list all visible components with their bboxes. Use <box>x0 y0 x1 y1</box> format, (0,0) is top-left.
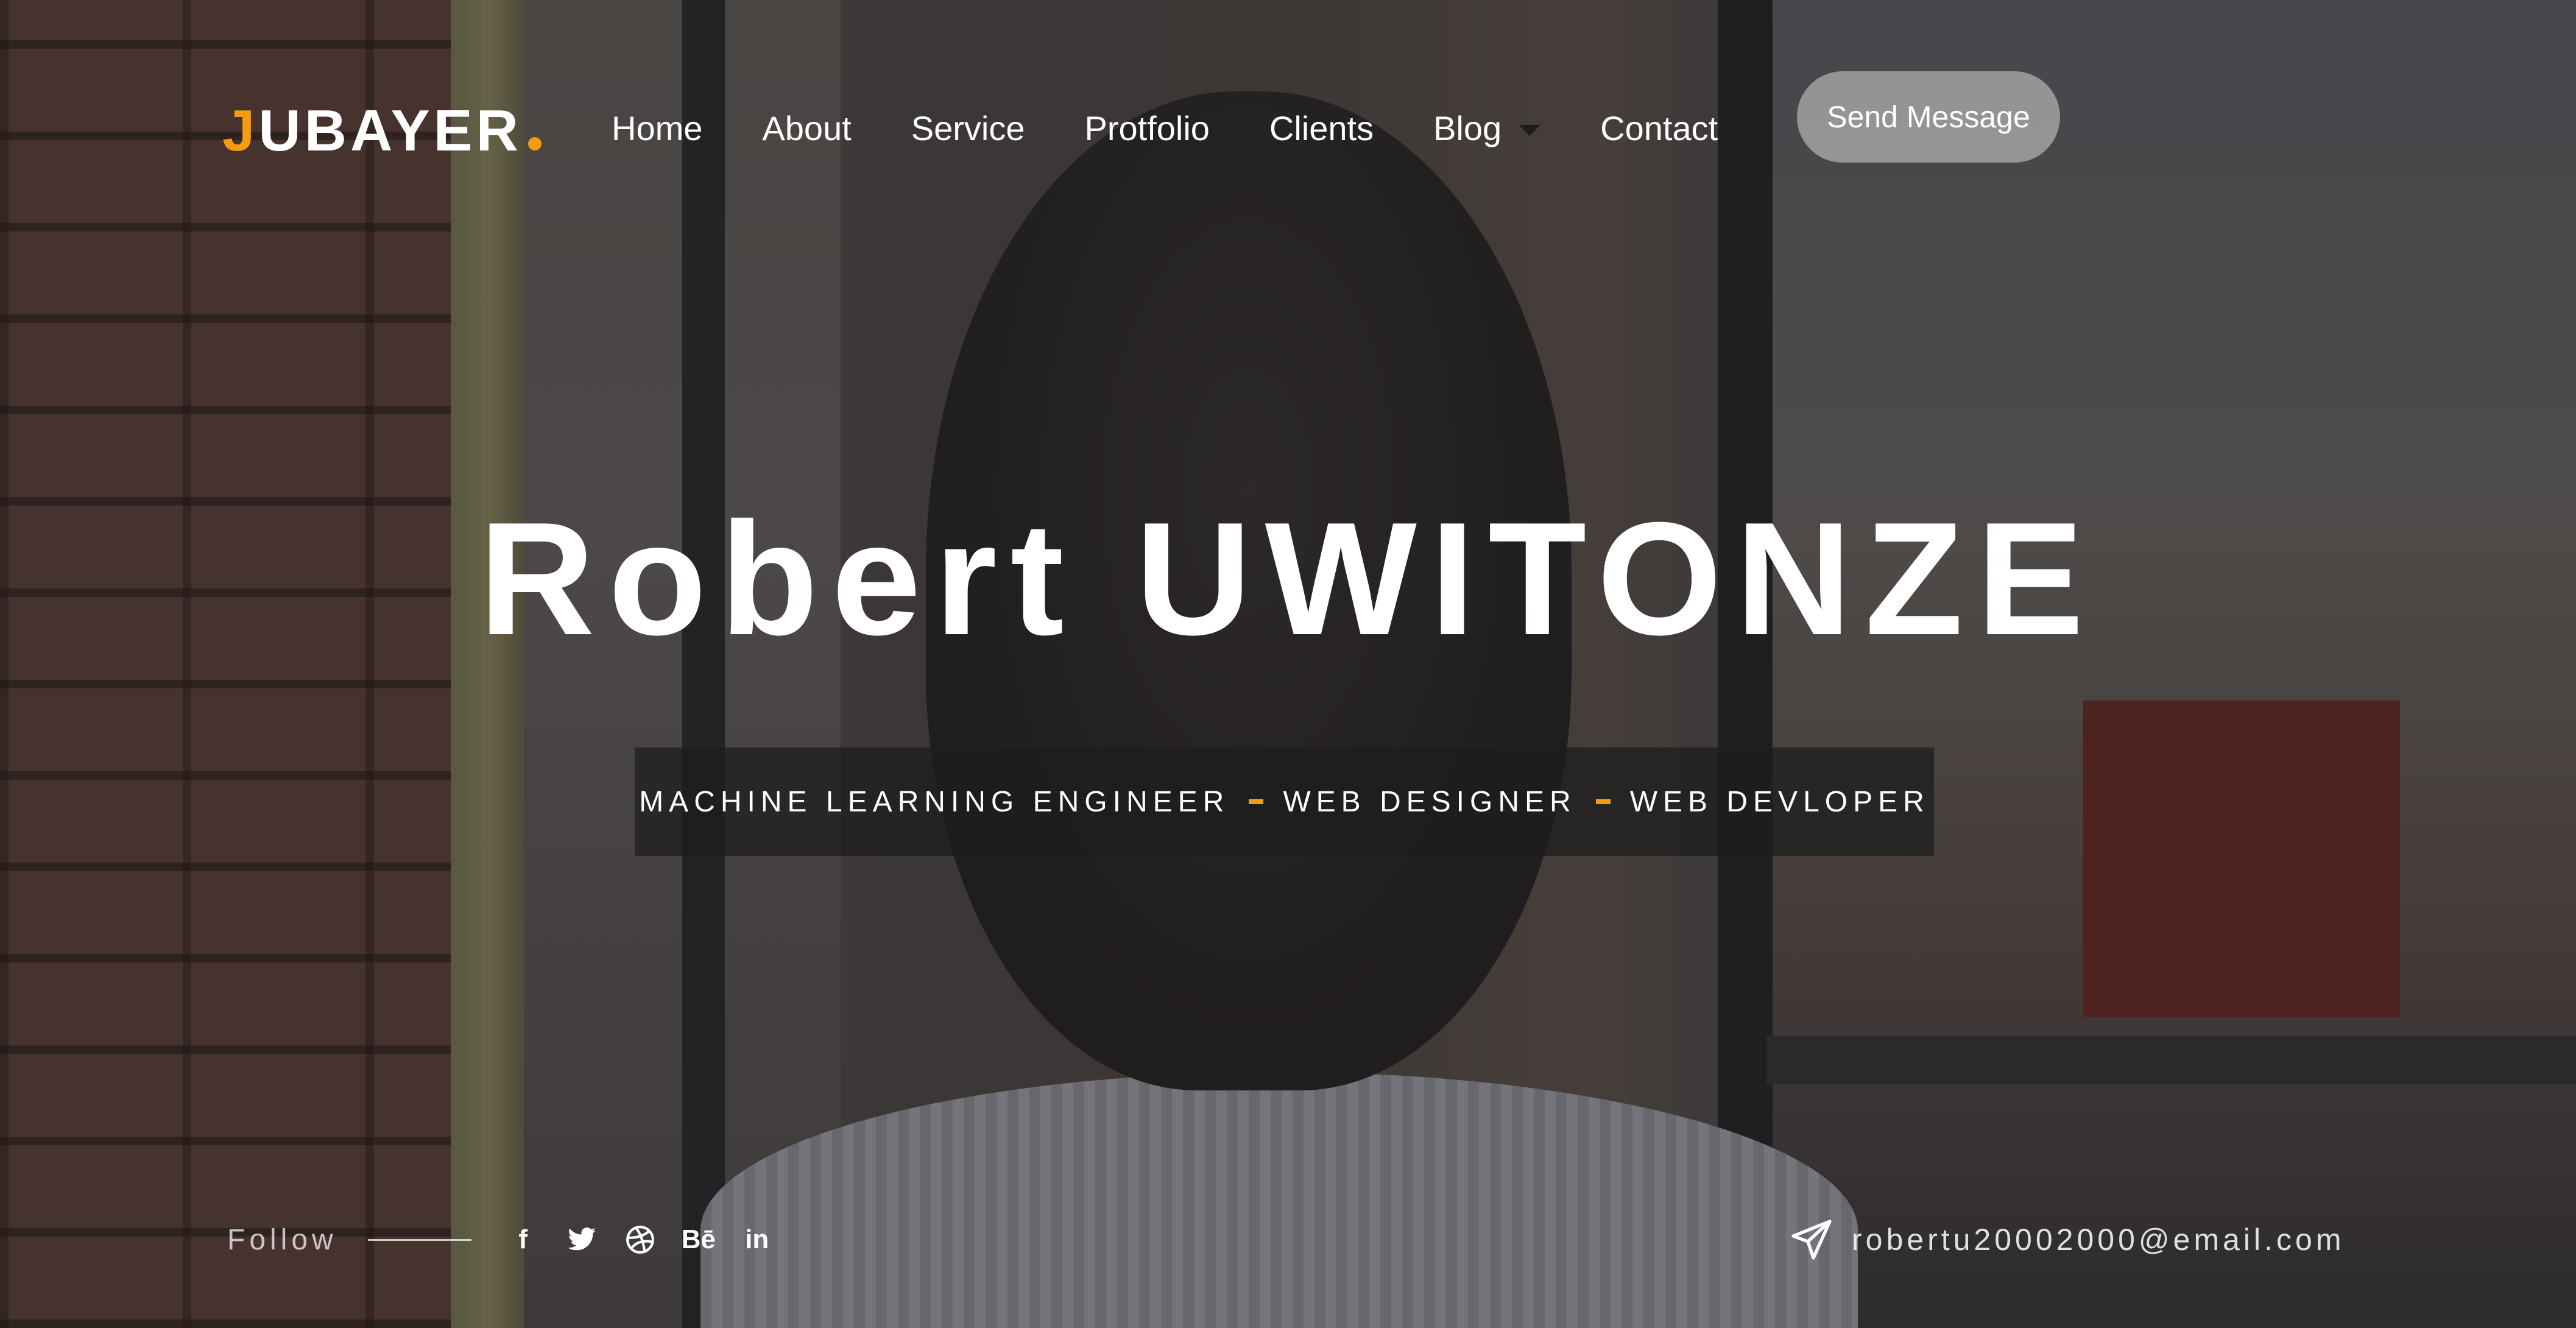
follow-bar: Follow f Bē in <box>227 1218 797 1261</box>
linkedin-icon[interactable]: in <box>739 1221 775 1258</box>
role-text: MACHINE LEARNING ENGINEER <box>639 785 1230 818</box>
email-address: robertu20002000@email.com <box>1852 1223 2345 1257</box>
behance-icon[interactable]: Bē <box>680 1221 717 1258</box>
twitter-icon[interactable] <box>563 1221 600 1258</box>
hero-name: Robert UWITONZE <box>478 489 2097 668</box>
role-text: WEB DESIGNER <box>1283 785 1576 818</box>
logo-first-letter: J <box>222 98 259 163</box>
role-separator <box>1249 799 1264 804</box>
nav-label: About <box>762 108 852 147</box>
dribbble-icon[interactable] <box>622 1221 658 1258</box>
logo-text: UBAYER <box>258 98 522 163</box>
main-nav: Home About Service Protfolio Clients Blo… <box>612 104 1718 152</box>
follow-divider <box>367 1238 471 1241</box>
nav-portfolio[interactable]: Protfolio <box>1084 108 1209 148</box>
nav-label: Home <box>612 108 703 147</box>
nav-label: Contact <box>1600 108 1718 147</box>
nav-home[interactable]: Home <box>612 108 702 148</box>
role-separator <box>1595 799 1611 804</box>
paper-plane-icon <box>1790 1218 1833 1262</box>
nav-service[interactable]: Service <box>911 108 1025 148</box>
nav-label: Blog <box>1433 108 1502 147</box>
nav-blog[interactable]: Blog <box>1433 108 1541 148</box>
role-text: WEB DEVLOPER <box>1629 785 1930 818</box>
logo-dot <box>528 137 542 150</box>
nav-clients[interactable]: Clients <box>1269 108 1374 148</box>
facebook-icon[interactable]: f <box>505 1221 542 1258</box>
site-logo[interactable]: J UBAYER <box>222 97 542 164</box>
nav-about[interactable]: About <box>762 108 851 148</box>
nav-contact[interactable]: Contact <box>1600 108 1718 148</box>
nav-label: Clients <box>1269 108 1374 147</box>
nav-label: Service <box>911 108 1025 147</box>
contact-email[interactable]: robertu20002000@email.com <box>1790 1212 2345 1267</box>
chevron-down-icon <box>1519 125 1541 136</box>
roles-banner: MACHINE LEARNING ENGINEER WEB DESIGNER W… <box>635 747 1934 856</box>
nav-label: Protfolio <box>1084 108 1210 147</box>
send-message-button[interactable]: Send Message <box>1797 71 2060 163</box>
follow-label: Follow <box>227 1223 337 1256</box>
